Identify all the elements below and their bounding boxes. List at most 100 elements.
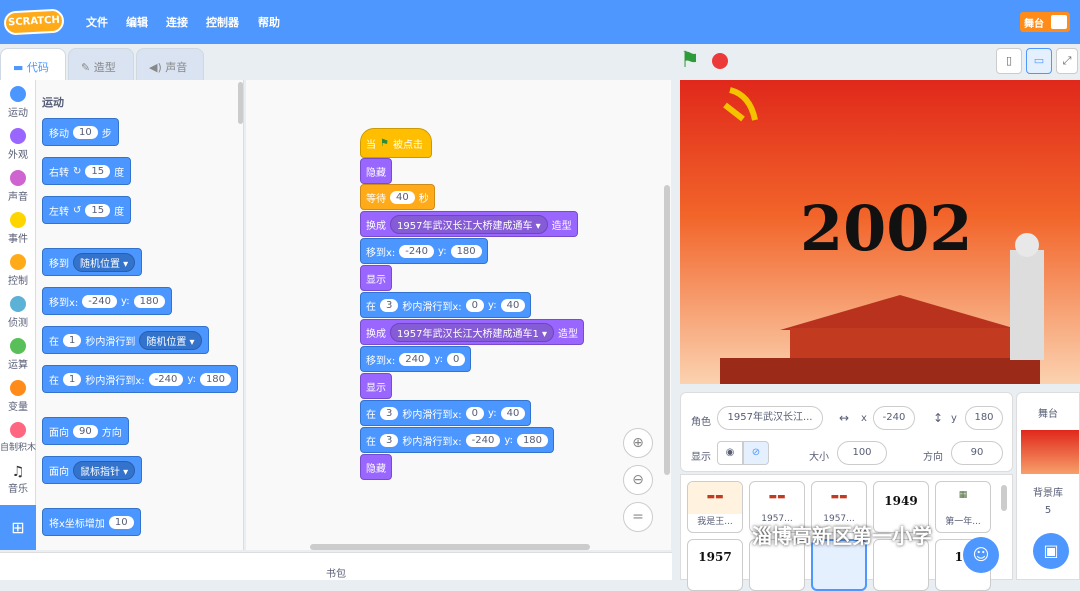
block-when-flag-clicked[interactable]: 当 ⚑ 被点击 [360, 128, 432, 158]
block-goto-xy[interactable]: 移到x: 240 y: 0 [360, 346, 472, 372]
category-variables[interactable]: 变量 [0, 380, 36, 413]
goto-dropdown[interactable]: 随机位置 ▾ [73, 252, 136, 272]
stage-mode-toggle[interactable]: 舞台 [1020, 12, 1070, 32]
workspace-vertical-scrollbar[interactable] [664, 185, 670, 475]
block-goto-xy[interactable]: 移到x: -240 y: 180 [360, 238, 488, 264]
block-glide-xy[interactable]: 在 3 秒内滑行到x: -240 y: 180 [360, 427, 555, 453]
block-switch-costume[interactable]: 换成 1957年武汉长江大桥建成通车1 ▾ 造型 [360, 319, 585, 345]
block-input[interactable]: 180 [450, 244, 482, 258]
sprite-list-scrollbar[interactable] [1001, 485, 1007, 511]
block-point-direction[interactable]: 面向 90 方向 [42, 417, 129, 445]
category-operators[interactable]: 运算 [0, 338, 36, 371]
block-input[interactable]: 3 [380, 298, 399, 312]
block-wait[interactable]: 等待 40 秒 [360, 184, 435, 210]
block-goto-xy[interactable]: 移到x: -240 y: 180 [42, 287, 172, 315]
block-input[interactable]: -240 [82, 294, 117, 308]
block-input[interactable]: 180 [199, 372, 232, 386]
workspace-horizontal-scrollbar[interactable] [310, 544, 590, 550]
category-sound[interactable]: 声音 [0, 170, 36, 203]
block-input[interactable]: 40 [500, 406, 526, 420]
block-move[interactable]: 移动 10 步 [42, 118, 119, 146]
block-glide-xy[interactable]: 在 3 秒内滑行到x: 0 y: 40 [360, 292, 532, 318]
category-motion[interactable]: 运动 [0, 86, 36, 119]
block-turn-left[interactable]: 左转 ↺ 15 度 [42, 196, 132, 224]
fullscreen-button[interactable]: ⤢ [1056, 48, 1078, 74]
block-input[interactable]: 40 [500, 298, 526, 312]
costume-dropdown[interactable]: 1957年武汉长江大桥建成通车1 ▾ [390, 322, 555, 342]
block-input[interactable]: 1 [63, 372, 82, 386]
block-input[interactable]: 0 [446, 352, 466, 366]
menu-file[interactable]: 文件 [86, 14, 108, 30]
sprite-thumbnail[interactable]: ▦ 第一年... [935, 481, 991, 533]
block-input[interactable]: 180 [516, 433, 549, 447]
category-myblocks[interactable]: 自制积木 [0, 422, 36, 453]
block-hide[interactable]: 隐藏 [360, 454, 392, 480]
menu-help[interactable]: 帮助 [258, 14, 280, 30]
menu-controller[interactable]: 控制器 [206, 14, 239, 30]
size-input[interactable]: 100 [837, 441, 887, 465]
green-flag-icon[interactable]: ⚑ [680, 48, 700, 73]
block-input[interactable]: 3 [380, 406, 399, 420]
category-sensing[interactable]: 侦测 [0, 296, 36, 329]
block-glide-xy[interactable]: 在 3 秒内滑行到x: 0 y: 40 [360, 400, 532, 426]
block-glide-xy[interactable]: 在 1 秒内滑行到x: -240 y: 180 [42, 365, 239, 393]
block-input[interactable]: -240 [465, 433, 501, 447]
stage-target-panel[interactable]: 舞台 背景库 5 ▣ [1016, 392, 1080, 580]
sprite-name-input[interactable]: 1957年武汉长江... [717, 406, 823, 430]
block-input[interactable]: 0 [465, 406, 485, 420]
backdrop-thumbnail[interactable] [1021, 430, 1079, 474]
sprite-thumbnail[interactable]: 1957 [687, 539, 743, 591]
block-goto[interactable]: 移到 随机位置 ▾ [42, 248, 143, 276]
x-input[interactable]: -240 [873, 406, 915, 430]
block-change-x[interactable]: 将x坐标增加 10 [42, 508, 141, 536]
towards-dropdown[interactable]: 鼠标指针 ▾ [73, 460, 136, 480]
add-sprite-button[interactable]: ☺ [963, 537, 999, 573]
block-input[interactable]: -240 [148, 372, 184, 386]
block-input[interactable]: 90 [73, 424, 98, 438]
sprite-thumbnail[interactable]: ▬▬ 我是王... [687, 481, 743, 533]
y-input[interactable]: 180 [965, 406, 1003, 430]
script-workspace[interactable]: 当 ⚑ 被点击 隐藏 等待 40 秒 换成 1957年武汉长江大桥建成通车 ▾ 造型 移到x… [246, 80, 671, 550]
block-point-towards[interactable]: 面向 鼠标指针 ▾ [42, 456, 143, 484]
zoom-reset-button[interactable]: = [623, 502, 653, 532]
small-stage-button[interactable]: ▯ [996, 48, 1022, 74]
backpack-bar[interactable]: 书包 [0, 552, 672, 580]
block-switch-costume[interactable]: 换成 1957年武汉长江大桥建成通车 ▾ 造型 [360, 211, 578, 237]
category-control[interactable]: 控制 [0, 254, 36, 287]
block-show[interactable]: 显示 [360, 373, 392, 399]
add-backdrop-button[interactable]: ▣ [1033, 533, 1069, 569]
glide-dropdown[interactable]: 随机位置 ▾ [139, 330, 202, 350]
block-input[interactable]: 180 [133, 294, 165, 308]
block-show[interactable]: 显示 [360, 265, 392, 291]
large-stage-button[interactable]: ▭ [1026, 48, 1052, 74]
block-input[interactable]: -240 [399, 244, 434, 258]
stage-canvas[interactable]: 2002 [680, 80, 1080, 384]
zoom-out-button[interactable]: ⊖ [623, 465, 653, 495]
block-hide[interactable]: 隐藏 [360, 158, 392, 184]
category-events[interactable]: 事件 [0, 212, 36, 245]
block-input[interactable]: 0 [465, 298, 485, 312]
block-input[interactable]: 240 [399, 352, 431, 366]
block-input[interactable]: 40 [390, 190, 415, 204]
direction-input[interactable]: 90 [951, 441, 1003, 465]
tab-sounds[interactable]: ◀) 声音 [136, 48, 204, 80]
stop-icon[interactable] [712, 53, 728, 69]
block-glide-to[interactable]: 在 1 秒内滑行到 随机位置 ▾ [42, 326, 209, 354]
tab-code[interactable]: ▬ 代码 [0, 48, 66, 82]
block-input[interactable]: 15 [85, 203, 111, 217]
tab-costumes[interactable]: ✎ 造型 [68, 48, 134, 80]
costume-dropdown[interactable]: 1957年武汉长江大桥建成通车 ▾ [390, 214, 548, 234]
block-input[interactable]: 15 [85, 164, 111, 178]
hidden-icon[interactable]: ⊘ [743, 441, 769, 465]
menu-edit[interactable]: 编辑 [126, 14, 148, 30]
category-looks[interactable]: 外观 [0, 128, 36, 161]
block-input[interactable]: 10 [73, 125, 98, 139]
block-input[interactable]: 1 [63, 333, 82, 347]
block-input[interactable]: 10 [108, 515, 134, 529]
category-music[interactable]: ♫ 音乐 [0, 464, 36, 495]
add-extension-button[interactable]: ⊞ [0, 505, 36, 550]
zoom-in-button[interactable]: ⊕ [623, 428, 653, 458]
menu-connect[interactable]: 连接 [166, 14, 188, 30]
palette-scrollbar[interactable] [238, 82, 243, 124]
block-input[interactable]: 3 [380, 433, 399, 447]
